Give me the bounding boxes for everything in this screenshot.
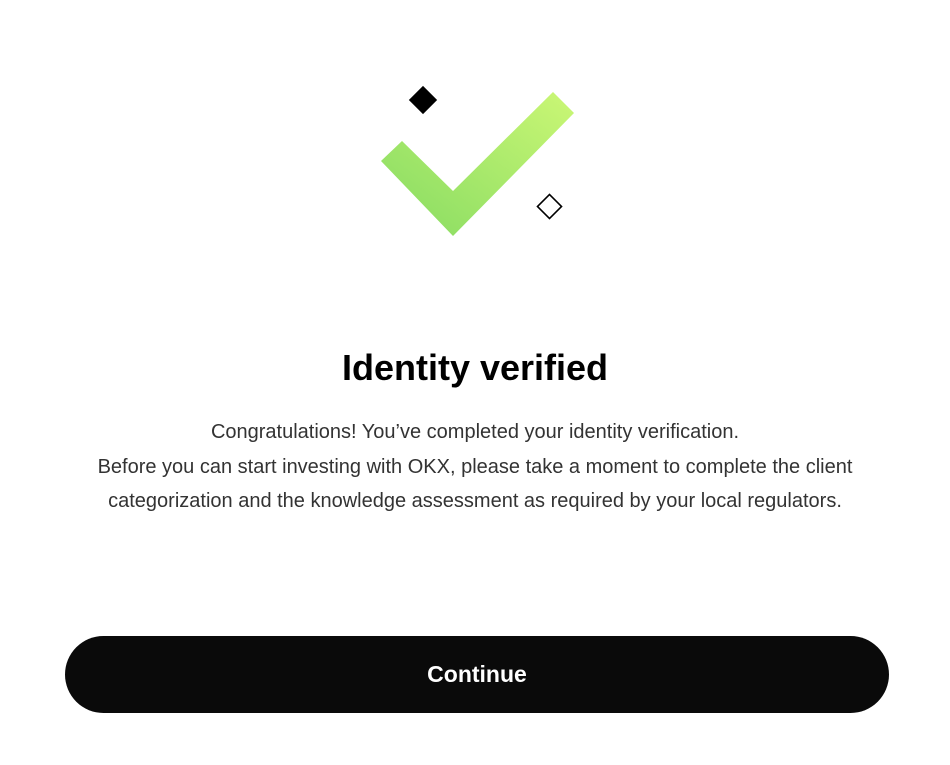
verification-message: Congratulations! You’ve completed your i… — [80, 415, 870, 519]
verification-success-page: Identity verified Congratulations! You’v… — [0, 0, 950, 765]
diamond-outline-icon — [536, 193, 563, 220]
next-steps-text: Before you can start investing with OKX,… — [97, 455, 853, 513]
continue-button[interactable]: Continue — [65, 636, 889, 713]
page-title: Identity verified — [341, 347, 609, 388]
diamond-filled-icon — [408, 85, 438, 115]
congratulations-text: Congratulations! You’ve completed your i… — [210, 421, 740, 443]
success-illustration — [381, 85, 574, 236]
